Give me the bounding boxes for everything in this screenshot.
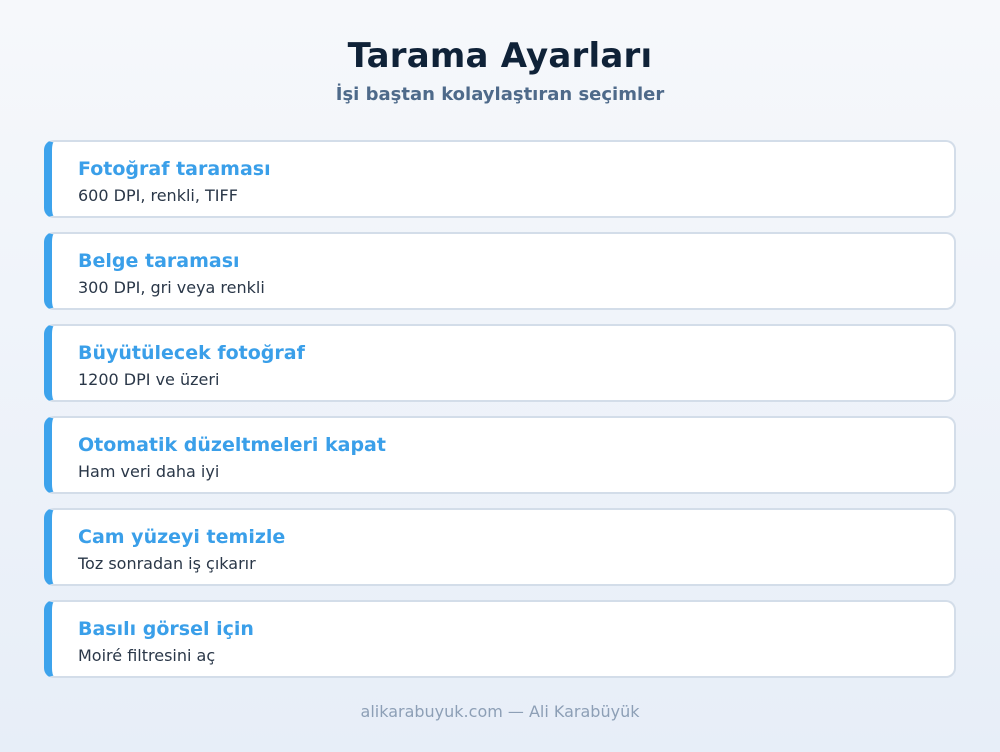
page-subtitle: İşi baştan kolaylaştıran seçimler	[335, 84, 665, 105]
settings-card-auto-corrections: Otomatik düzeltmeleri kapat Ham veri dah…	[44, 416, 956, 494]
settings-list: Fotoğraf taraması 600 DPI, renkli, TIFF …	[44, 140, 956, 692]
settings-card-enlarge-photo: Büyütülecek fotoğraf 1200 DPI ve üzeri	[44, 324, 956, 402]
card-description: Toz sonradan iş çıkarır	[78, 554, 256, 573]
footer-credit: alikarabuyuk.com — Ali Karabüyük	[360, 702, 640, 721]
settings-card-document-scan: Belge taraması 300 DPI, gri veya renkli	[44, 232, 956, 310]
card-description: Moiré filtresini aç	[78, 646, 216, 665]
card-title: Büyütülecek fotoğraf	[78, 342, 305, 364]
card-description: 300 DPI, gri veya renkli	[78, 278, 265, 297]
card-description: 1200 DPI ve üzeri	[78, 370, 220, 389]
card-title: Cam yüzeyi temizle	[78, 526, 286, 548]
settings-card-printed-image: Basılı görsel için Moiré filtresini aç	[44, 600, 956, 678]
card-description: 600 DPI, renkli, TIFF	[78, 186, 238, 205]
card-title: Fotoğraf taraması	[78, 158, 271, 180]
page-title: Tarama Ayarları	[347, 36, 653, 76]
settings-card-clean-glass: Cam yüzeyi temizle Toz sonradan iş çıkar…	[44, 508, 956, 586]
card-description: Ham veri daha iyi	[78, 462, 220, 481]
card-title: Basılı görsel için	[78, 618, 254, 640]
card-title: Belge taraması	[78, 250, 240, 272]
header: Tarama Ayarları İşi baştan kolaylaştıran…	[0, 0, 1000, 106]
settings-card-photo-scan: Fotoğraf taraması 600 DPI, renkli, TIFF	[44, 140, 956, 218]
card-title: Otomatik düzeltmeleri kapat	[78, 434, 386, 456]
